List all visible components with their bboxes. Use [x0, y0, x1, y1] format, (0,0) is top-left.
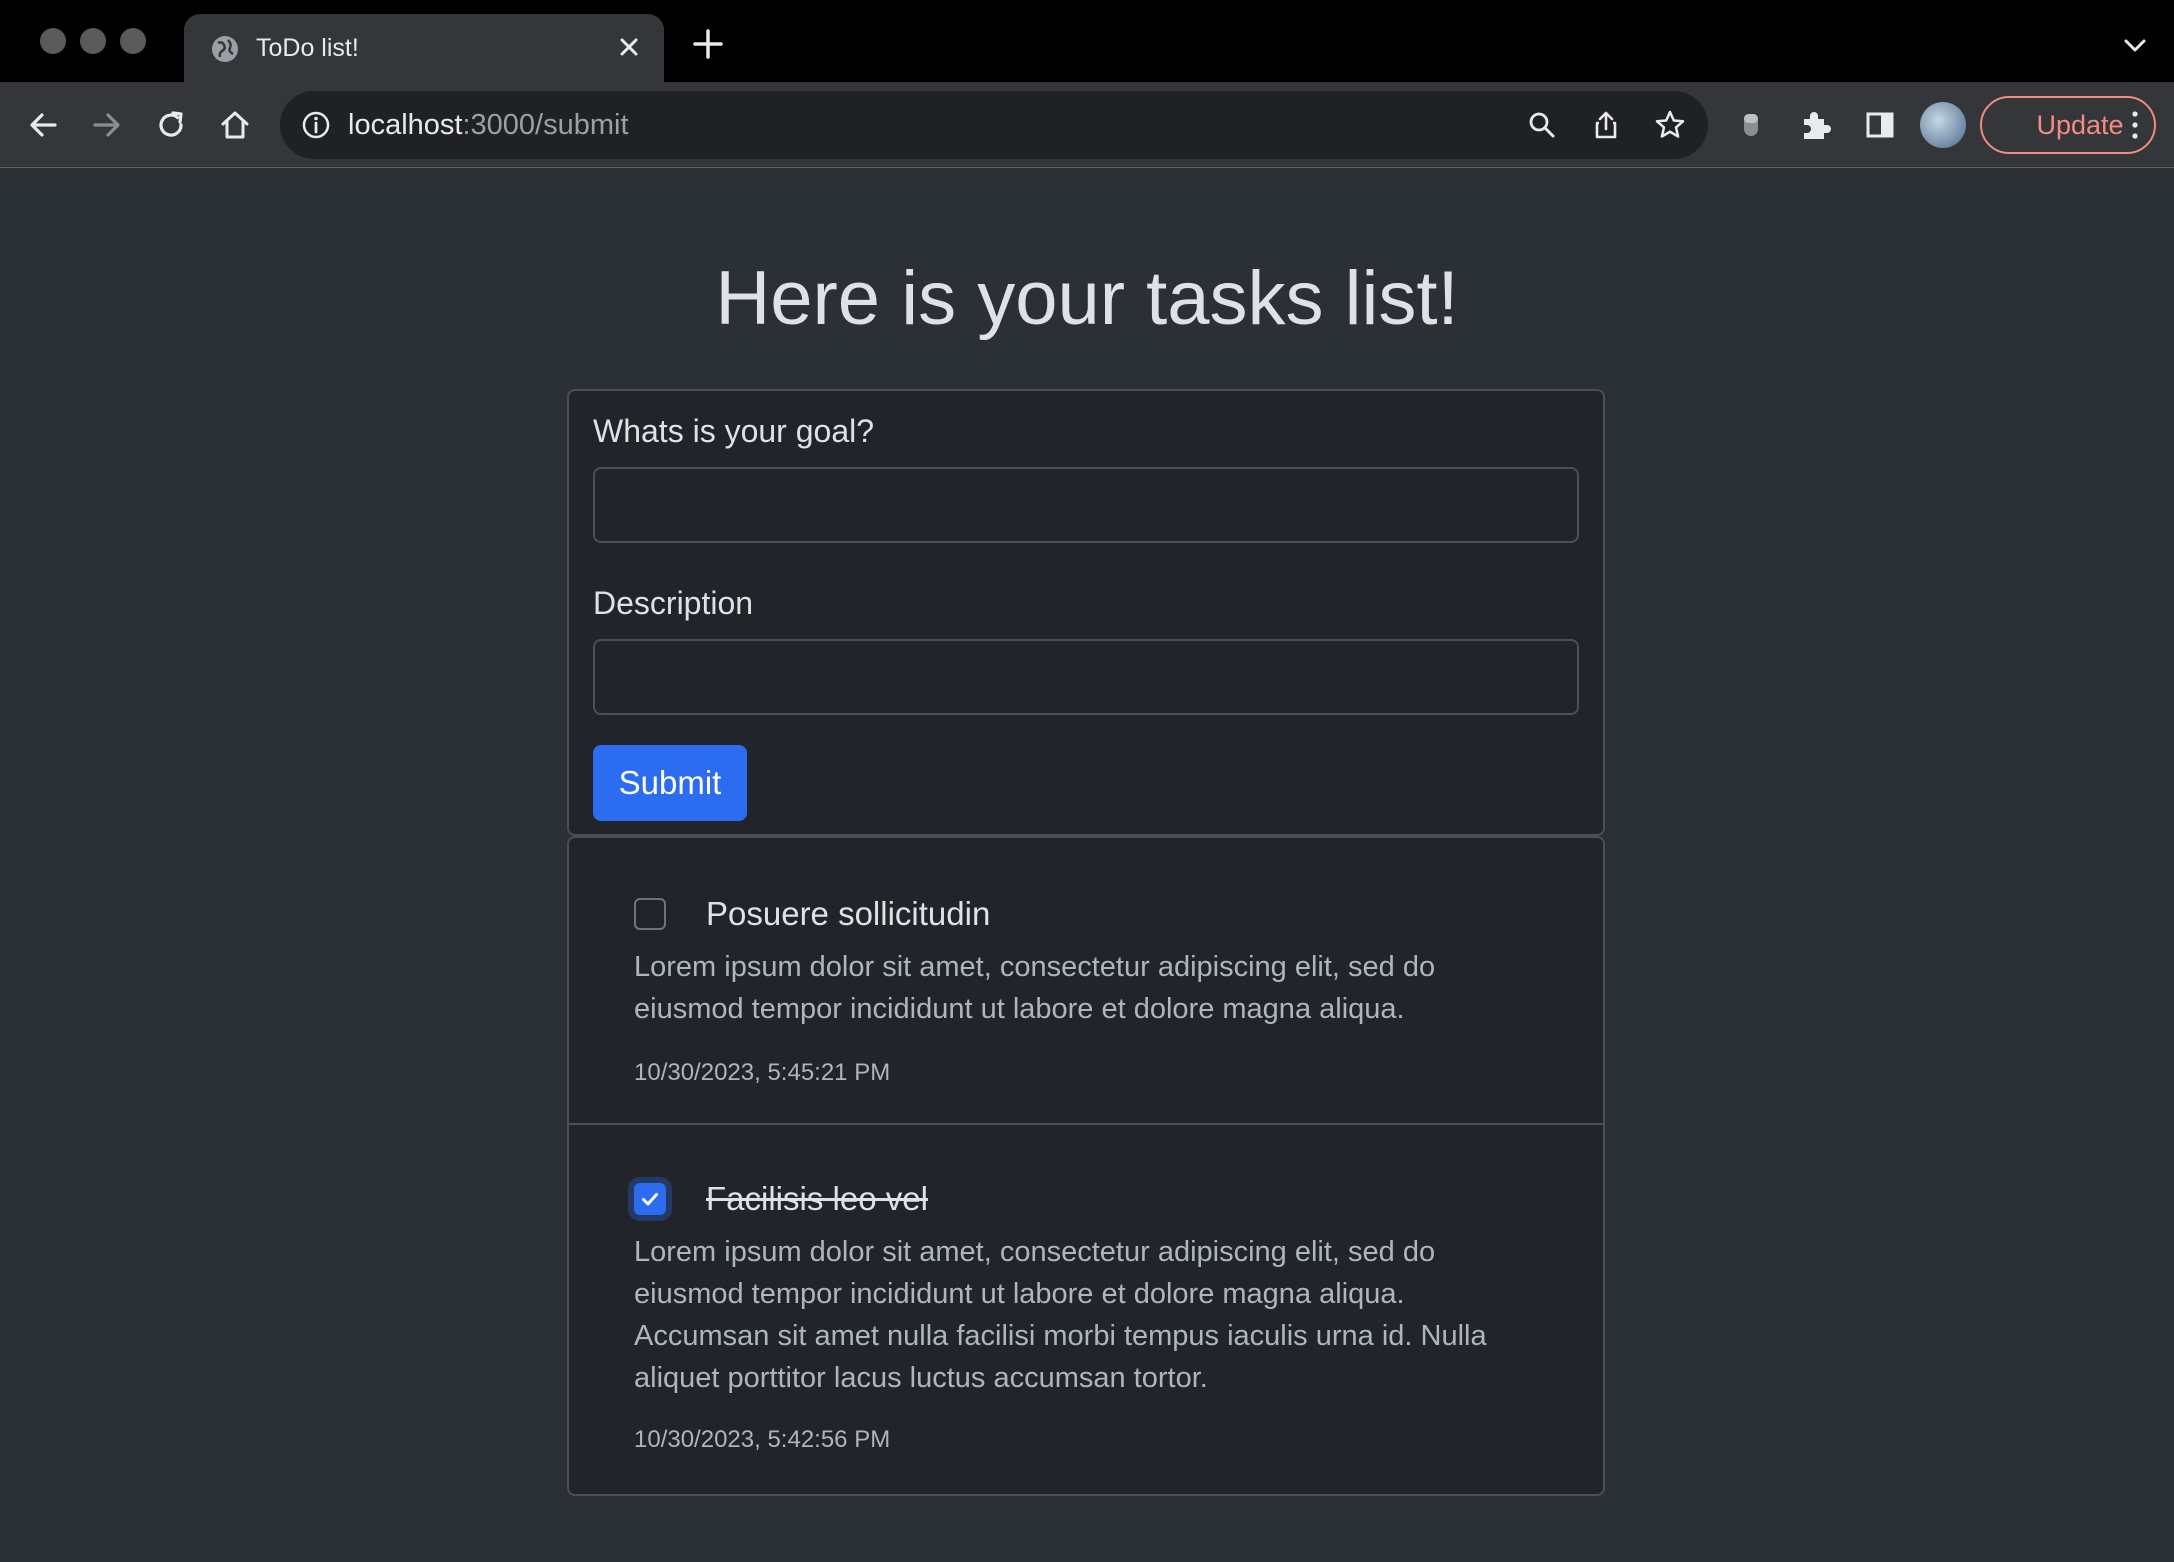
address-bar[interactable]: localhost:3000/submit	[280, 91, 1708, 159]
side-panel-button[interactable]	[1857, 102, 1903, 148]
extensions-button[interactable]	[1793, 102, 1839, 148]
task-title: Facilisis leo vel	[706, 1180, 928, 1217]
list-item: Posuere sollicitudin Lorem ipsum dolor s…	[569, 838, 1603, 1125]
browser-window: ToDo list! localhost:3000/submit Update …	[0, 0, 2174, 1562]
tab-search-chevron-icon[interactable]	[2120, 30, 2150, 60]
task-timestamp: 10/30/2023, 5:42:56 PM	[634, 1426, 891, 1453]
submit-button[interactable]: Submit	[593, 745, 747, 821]
profile-avatar[interactable]	[1920, 102, 1966, 148]
task-timestamp: 10/30/2023, 5:45:21 PM	[634, 1059, 891, 1086]
forward-button[interactable]	[84, 102, 130, 148]
extension-button[interactable]	[1728, 102, 1774, 148]
task-checkbox[interactable]	[634, 898, 666, 930]
share-icon	[1595, 111, 1617, 139]
home-icon	[221, 111, 249, 139]
home-button[interactable]	[212, 102, 258, 148]
url-host: localhost	[348, 109, 463, 141]
browser-tab[interactable]: ToDo list!	[184, 14, 664, 82]
new-tab-icon[interactable]	[690, 26, 726, 62]
checkmark-icon	[642, 1193, 658, 1206]
task-description: Lorem ipsum dolor sit amet, consectetur …	[634, 951, 1436, 1025]
task-form: Whats is your goal? Description Submit	[567, 389, 1605, 836]
update-button[interactable]: Update	[1980, 96, 2156, 154]
close-tab-icon[interactable]	[612, 30, 646, 64]
description-label: Description	[593, 585, 754, 621]
task-description: Lorem ipsum dolor sit amet, consectetur …	[634, 1236, 1487, 1394]
search-icon	[1529, 112, 1555, 138]
arrow-forward-icon	[93, 113, 120, 137]
page-content: Here is your tasks list! Whats is your g…	[0, 168, 2174, 1562]
goal-input[interactable]	[593, 467, 1579, 543]
globe-icon	[212, 36, 238, 62]
maximize-window-button[interactable]	[120, 28, 146, 54]
description-input[interactable]	[593, 639, 1579, 715]
extension-pill-icon	[1744, 114, 1758, 136]
page-title: Here is your tasks list!	[715, 256, 1459, 341]
close-window-button[interactable]	[40, 28, 66, 54]
reload-button[interactable]	[148, 102, 194, 148]
task-checkbox-checked[interactable]	[634, 1183, 666, 1215]
task-title: Posuere sollicitudin	[706, 895, 991, 932]
tab-strip: ToDo list!	[0, 0, 2174, 82]
puzzle-icon	[1804, 112, 1831, 139]
task-list: Posuere sollicitudin Lorem ipsum dolor s…	[567, 836, 1605, 1496]
star-icon	[1655, 110, 1685, 138]
browser-toolbar: localhost:3000/submit Update	[0, 82, 2174, 168]
share-button[interactable]	[1588, 107, 1624, 143]
side-panel-icon	[1866, 112, 1894, 138]
minimize-window-button[interactable]	[80, 28, 106, 54]
url-path: :3000/submit	[462, 109, 629, 141]
info-icon[interactable]	[300, 109, 332, 141]
back-button[interactable]	[20, 102, 66, 148]
bookmark-button[interactable]	[1652, 107, 1688, 143]
more-menu-icon	[2132, 111, 2138, 139]
goal-label: Whats is your goal?	[593, 413, 875, 449]
tab-title: ToDo list!	[256, 34, 359, 62]
zoom-search-button[interactable]	[1524, 107, 1560, 143]
list-item: Facilisis leo vel Lorem ipsum dolor sit …	[569, 1125, 1603, 1494]
arrow-back-icon	[30, 113, 57, 137]
url-text: localhost:3000/submit	[348, 107, 629, 143]
update-label: Update	[2036, 110, 2124, 140]
reload-icon	[159, 111, 183, 137]
